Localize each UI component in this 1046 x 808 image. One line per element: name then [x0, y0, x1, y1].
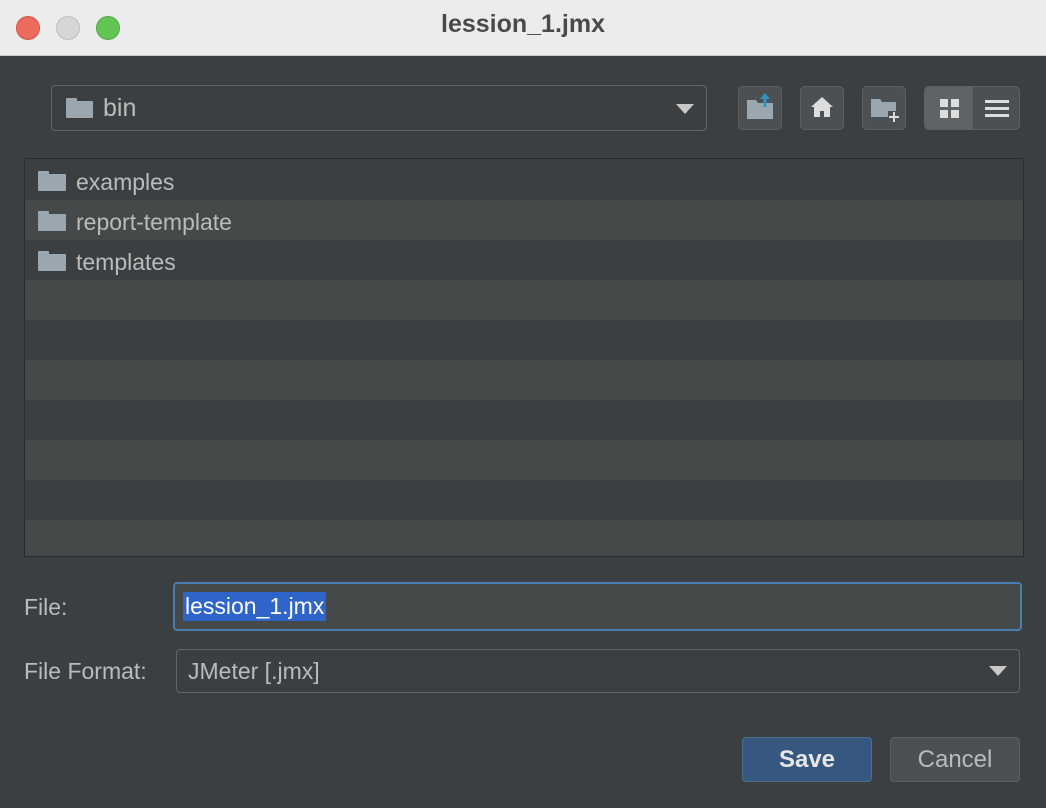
empty-row: [25, 520, 1023, 556]
file-format-label: File Format:: [24, 658, 147, 684]
empty-row: [25, 400, 1023, 440]
empty-row: [25, 480, 1023, 520]
title-bar: lession_1.jmx: [0, 0, 1046, 56]
empty-row: [25, 360, 1023, 400]
file-label: File:: [24, 594, 68, 620]
view-mode-toggle[interactable]: [924, 86, 1020, 130]
chevron-down-icon: [989, 666, 1007, 676]
list-view-icon: [985, 100, 1009, 117]
empty-row: [25, 440, 1023, 480]
list-item[interactable]: templates: [25, 240, 1023, 280]
file-name: examples: [76, 169, 175, 195]
folder-icon: [38, 211, 66, 231]
window-title: lession_1.jmx: [441, 10, 605, 38]
new-folder-button[interactable]: [862, 86, 906, 130]
file-name: report-template: [76, 209, 232, 235]
file-name-input[interactable]: lession_1.jmx: [173, 582, 1022, 631]
home-icon: [811, 97, 833, 117]
home-button[interactable]: [800, 86, 844, 130]
folder-icon: [38, 171, 66, 191]
up-folder-icon: [747, 93, 773, 119]
list-item[interactable]: report-template: [25, 200, 1023, 240]
folder-icon: [38, 251, 66, 271]
list-item[interactable]: examples: [25, 160, 1023, 200]
grid-view-button[interactable]: [925, 87, 973, 129]
empty-row: [25, 280, 1023, 320]
file-list[interactable]: examples report-template templates: [24, 158, 1024, 557]
file-name-value[interactable]: lession_1.jmx: [183, 592, 327, 621]
up-one-level-button[interactable]: [738, 86, 782, 130]
path-dropdown[interactable]: bin: [51, 85, 707, 131]
cancel-button[interactable]: Cancel: [890, 737, 1020, 782]
file-format-dropdown[interactable]: JMeter [.jmx]: [176, 649, 1020, 693]
new-folder-icon: [871, 99, 900, 123]
file-format-value: JMeter [.jmx]: [188, 658, 320, 684]
chevron-down-icon: [676, 104, 694, 114]
list-view-button[interactable]: [973, 87, 1019, 129]
grid-view-icon: [940, 99, 959, 118]
current-path-label: bin: [103, 94, 137, 122]
file-name: templates: [76, 249, 176, 275]
folder-icon: [66, 98, 93, 118]
save-button[interactable]: Save: [742, 737, 872, 782]
empty-row: [25, 320, 1023, 360]
